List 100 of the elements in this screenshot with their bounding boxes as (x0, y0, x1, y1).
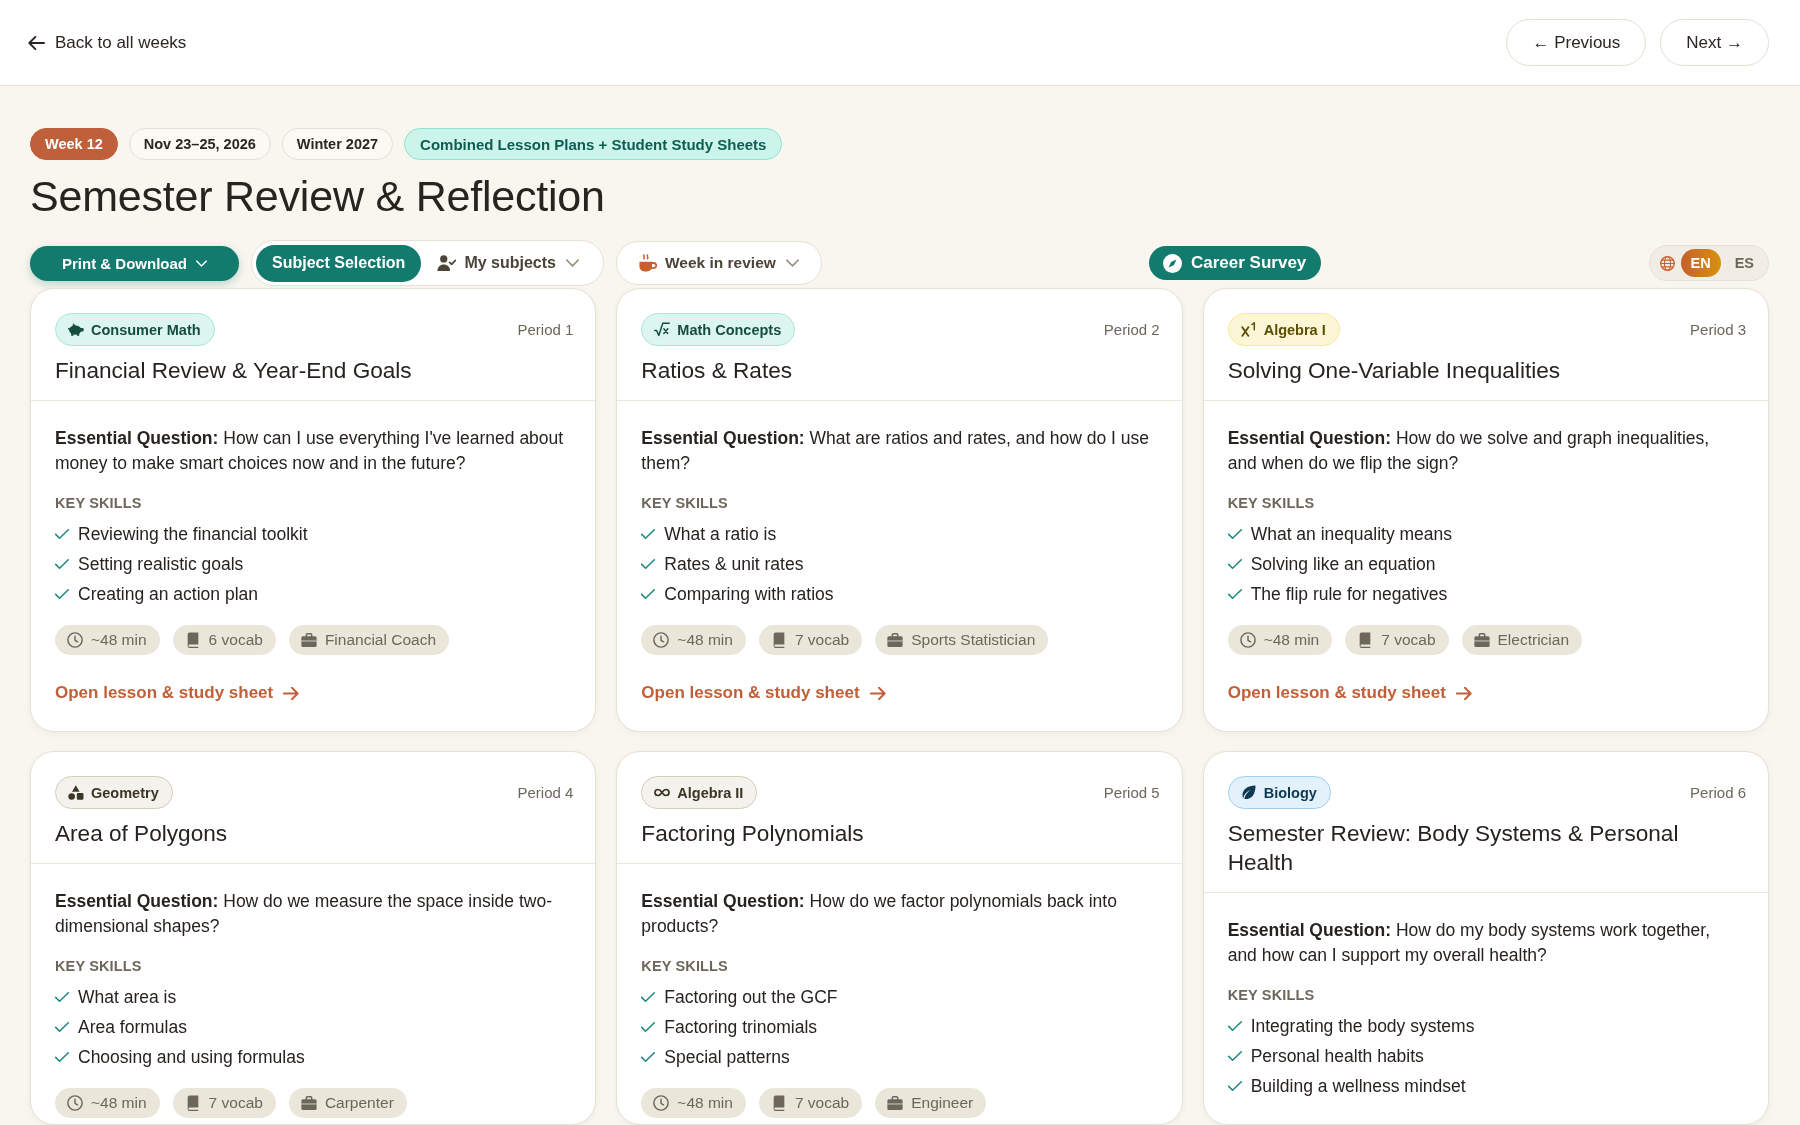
arrow-right-icon (869, 686, 886, 700)
open-lesson-link[interactable]: Open lesson & study sheet (55, 681, 300, 705)
tag-text: 7 vocab (208, 1094, 263, 1112)
check-icon (1227, 529, 1242, 539)
briefcase-icon (1473, 632, 1490, 648)
skill-item: Factoring trinomials (664, 1016, 818, 1038)
highlight-tag: Combined Lesson Plans + Student Study Sheets (404, 128, 783, 160)
briefcase-icon (887, 1095, 904, 1111)
essential-question: Essential Question: How can I use everything I've learned about money to make smart choices now and in the future? (55, 427, 565, 475)
clock-icon (1239, 632, 1256, 648)
skill-item: Factoring out the GCF (664, 986, 838, 1008)
period-label: Period 1 (517, 321, 574, 338)
tag-text: Financial Coach (324, 631, 437, 649)
briefcase-icon (300, 632, 317, 648)
essential-question: Essential Question: How do we measure the space inside two-dimensional shapes? (55, 890, 553, 938)
language-option[interactable]: EN (1680, 249, 1721, 277)
check-icon (641, 992, 656, 1002)
tag-text: Carpenter (324, 1094, 394, 1112)
skill-item: What a ratio is (664, 523, 777, 545)
segment-tab[interactable]: Subject Selection (256, 244, 422, 282)
essential-question: Essential Question: How do we factor polynomials back into products? (641, 890, 1118, 938)
tag-text: ~48 min (91, 631, 147, 649)
clock-icon (67, 1095, 83, 1111)
week-review-button[interactable]: Week in review (615, 241, 822, 285)
arrow-left-icon (28, 35, 45, 50)
page-title: Semester Review & Reflection (30, 171, 605, 222)
subject-name: Geometry (91, 784, 159, 801)
skill-item: What an inequality means (1250, 523, 1453, 545)
skills-heading: KEY SKILLS (55, 957, 143, 976)
skill-item: Creating an action plan (78, 583, 258, 605)
career-survey-button[interactable]: Career Survey (1149, 246, 1322, 280)
skill-item: Solving like an equation (1250, 553, 1436, 575)
lesson-title: Ratios & Rates (641, 357, 794, 385)
arrow-right-icon (1455, 686, 1472, 700)
tag-text: Sports Statistician (911, 631, 1036, 649)
essential-question: Essential Question: How do we solve and graph inequalities, and when do we flip the sign? (1227, 427, 1711, 475)
briefcase-icon (887, 632, 904, 648)
skill-item: Area formulas (78, 1016, 187, 1038)
check-icon (1227, 589, 1242, 599)
essential-question: Essential Question: How do my body systems work together, and how can I support my overall health? (1227, 919, 1712, 967)
language-option[interactable]: ES (1724, 249, 1764, 277)
skill-item: The flip rule for negatives (1250, 583, 1448, 605)
tag-text: ~48 min (677, 1094, 733, 1112)
subject-name: Algebra I (1263, 321, 1326, 338)
print-download-button[interactable]: Print & Download (30, 245, 239, 281)
lesson-title: Semester Review: Body Systems & Personal Health (1227, 820, 1680, 877)
back-link[interactable]: Back to all weeks (28, 32, 187, 53)
period-label: Period 4 (517, 784, 574, 801)
check-icon (55, 1052, 69, 1062)
tag-text: ~48 min (677, 631, 733, 649)
check-icon (55, 1022, 69, 1032)
tag-text: Engineer (911, 1094, 974, 1112)
tag-text: ~48 min (1263, 631, 1320, 649)
skill-item: Integrating the body systems (1250, 1015, 1475, 1037)
check-icon (1227, 559, 1242, 569)
open-lesson-link[interactable]: Open lesson & study sheet (641, 681, 886, 705)
skill-item: Setting realistic goals (78, 553, 244, 575)
lesson-title: Factoring Polynomials (641, 820, 865, 848)
tag-text: Electrician (1497, 631, 1570, 649)
check-icon (55, 559, 69, 569)
tag-text: 7 vocab (1381, 631, 1436, 649)
subject-name: Consumer Math (91, 321, 201, 338)
skills-heading: KEY SKILLS (1227, 986, 1316, 1005)
clock-icon (653, 1095, 670, 1111)
check-icon (641, 589, 656, 599)
coffee-cup-icon (638, 254, 657, 272)
period-label: Period 6 (1690, 784, 1746, 801)
check-icon (641, 1022, 656, 1032)
tag-text: 6 vocab (208, 631, 263, 649)
check-icon (55, 529, 69, 539)
clock-icon (653, 632, 670, 648)
skill-item: Personal health habits (1250, 1045, 1424, 1067)
tag-text: 7 vocab (794, 1094, 850, 1112)
check-icon (641, 1052, 656, 1062)
subject-name: Math Concepts (677, 321, 782, 338)
chevron-down-icon (785, 259, 799, 267)
nav-button[interactable]: Next → (1660, 19, 1769, 66)
check-icon (641, 559, 656, 569)
lesson-title: Solving One-Variable Inequalities (1227, 357, 1562, 385)
nav-button[interactable]: ← Previous (1506, 19, 1647, 66)
briefcase-icon (300, 1095, 317, 1111)
shapes-icon (68, 785, 84, 800)
open-lesson-link[interactable]: Open lesson & study sheet (1227, 681, 1472, 705)
period-label: Period 3 (1690, 321, 1746, 338)
chevron-down-icon (565, 259, 579, 267)
skill-item: Rates & unit rates (664, 553, 804, 575)
piggy-bank-icon (68, 322, 84, 337)
check-icon (1227, 1021, 1242, 1031)
subject-name: Biology (1263, 784, 1317, 801)
check-icon (1227, 1051, 1242, 1061)
check-icon (641, 529, 656, 539)
segment-tab[interactable]: My subjects (423, 244, 599, 282)
compass-icon (1163, 253, 1182, 273)
skill-item: Special patterns (664, 1046, 790, 1068)
week-tag: Week 12 (30, 128, 118, 160)
clock-icon (67, 632, 83, 648)
skill-item: Reviewing the financial toolkit (78, 523, 308, 545)
tag-text: 7 vocab (794, 631, 850, 649)
lesson-title: Area of Polygons (55, 820, 229, 848)
person-check-icon (437, 255, 457, 271)
